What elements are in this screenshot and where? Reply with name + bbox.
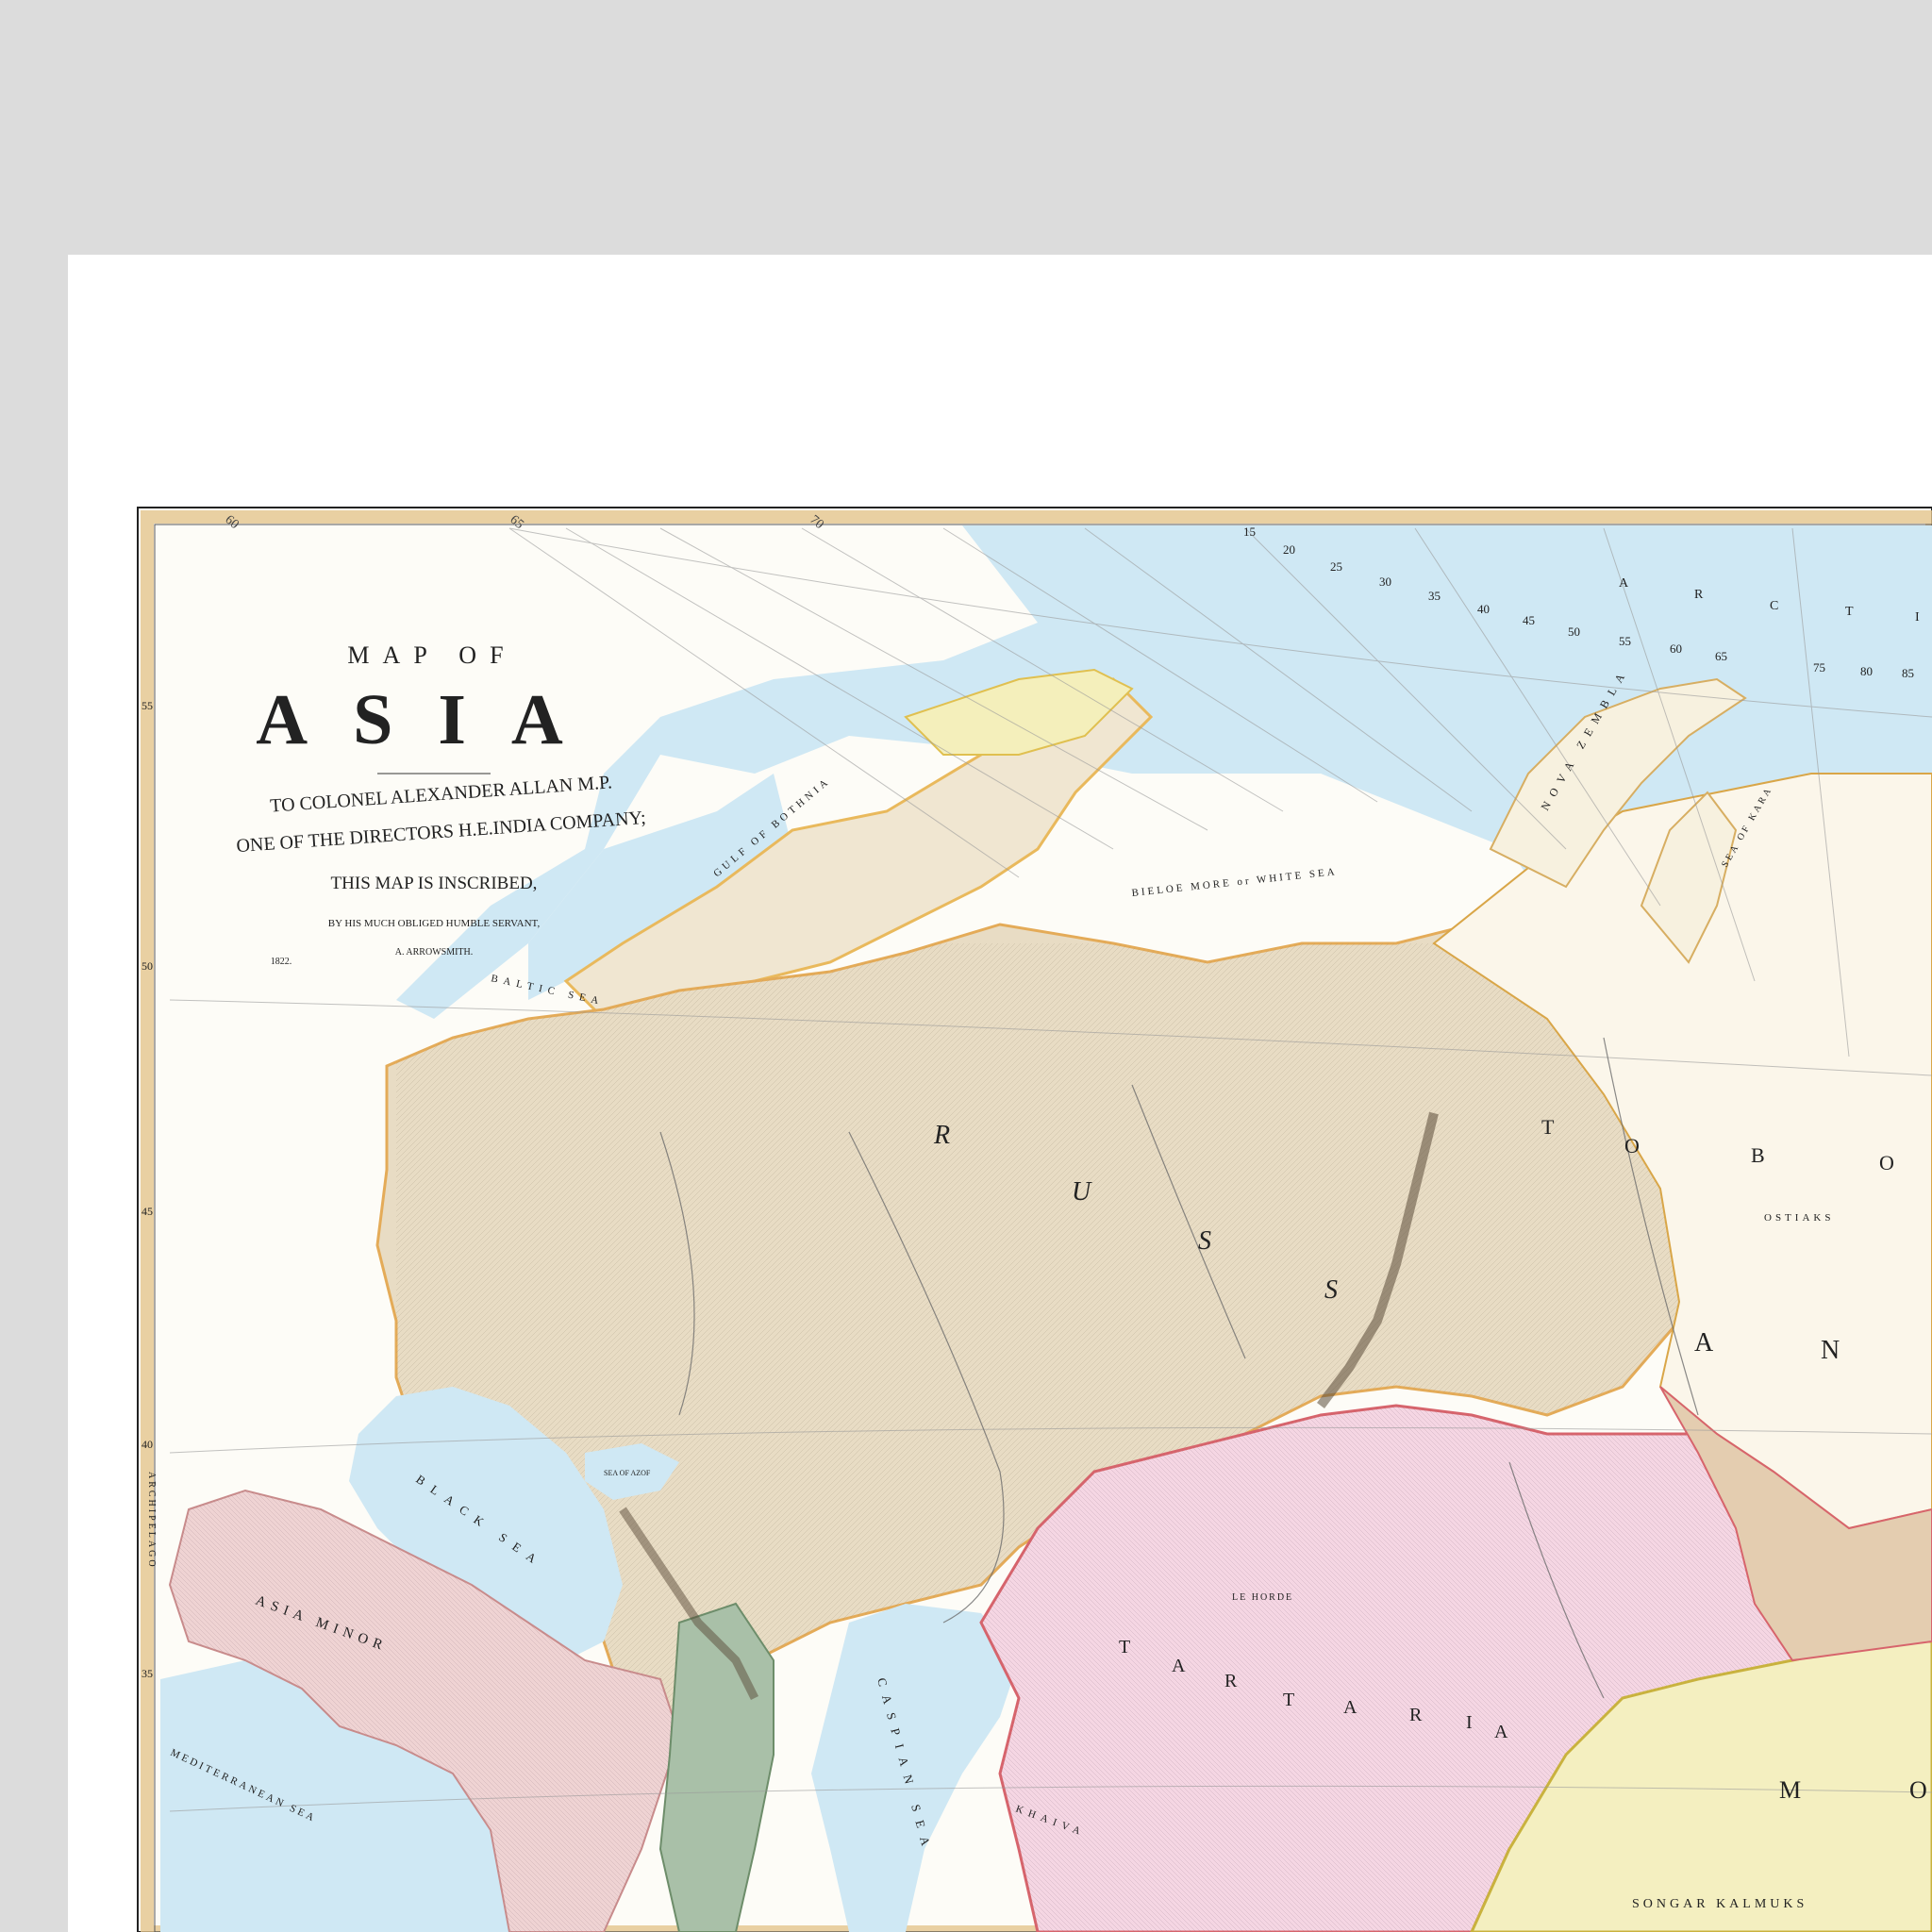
tartaria-label-t2: T	[1283, 1690, 1294, 1710]
russia-label-r: R	[933, 1121, 950, 1150]
tobolsk-label-o2: O	[1879, 1151, 1894, 1174]
tartaria-label-a: A	[1172, 1656, 1186, 1676]
arctic-label-a: A	[1619, 576, 1629, 591]
svg-text:85: 85	[1902, 666, 1914, 680]
region-label-m: M	[1779, 1776, 1801, 1804]
svg-text:35: 35	[1428, 589, 1441, 603]
svg-text:15: 15	[1243, 525, 1256, 539]
svg-text:50: 50	[142, 959, 153, 973]
region-label-a: A	[1694, 1328, 1714, 1357]
asia-map: MAP OF ASIA TO COLONEL ALEXANDER ALLAN M…	[137, 507, 1932, 1932]
arctic-label-t: T	[1845, 605, 1854, 619]
svg-text:35: 35	[142, 1667, 153, 1680]
tartaria-label-r2: R	[1409, 1705, 1423, 1725]
sea-of-azof-label: SEA OF AZOF	[604, 1469, 651, 1477]
svg-text:55: 55	[1619, 634, 1631, 648]
cartouche-date: 1822.	[271, 957, 292, 967]
svg-text:80: 80	[1860, 664, 1873, 678]
russia-label-u: U	[1072, 1177, 1092, 1207]
svg-text:60: 60	[1670, 641, 1682, 656]
tartaria-label-a3: A	[1494, 1722, 1508, 1742]
svg-text:25: 25	[1330, 559, 1342, 574]
svg-text:40: 40	[142, 1438, 153, 1451]
tartaria-label-i: I	[1466, 1712, 1473, 1733]
arctic-label-i: I	[1915, 610, 1920, 625]
tartaria-label-a2: A	[1343, 1697, 1357, 1718]
cartouche-map-of: MAP OF	[347, 641, 516, 669]
svg-text:65: 65	[1715, 649, 1727, 663]
cartouche-servant: BY HIS MUCH OBLIGED HUMBLE SERVANT,	[328, 918, 541, 929]
ostiaks-label: OSTIAKS	[1764, 1212, 1834, 1224]
region-label-n: N	[1821, 1336, 1840, 1365]
cartouche-title: ASIA	[256, 680, 608, 759]
svg-text:30: 30	[1379, 575, 1391, 589]
svg-text:45: 45	[1523, 613, 1535, 627]
svg-text:75: 75	[1813, 660, 1825, 675]
cartouche-author: A. ARROWSMITH.	[395, 947, 474, 958]
tartaria-label-r: R	[1224, 1671, 1238, 1691]
svg-text:45: 45	[142, 1205, 153, 1218]
tartaria-label-t: T	[1119, 1637, 1130, 1657]
archipelago-label: ARCHIPELAGO	[146, 1472, 157, 1570]
cartouche-dedication-3: THIS MAP IS INSCRIBED,	[331, 874, 538, 893]
arctic-label-c: C	[1770, 599, 1778, 613]
svg-text:40: 40	[1477, 602, 1490, 616]
svg-text:50: 50	[1568, 625, 1580, 639]
kalmuks-label: SONGAR KALMUKS	[1632, 1897, 1807, 1911]
svg-text:20: 20	[1283, 542, 1295, 557]
russia-label-s2: S	[1324, 1275, 1338, 1305]
svg-text:55: 55	[142, 699, 153, 712]
tobolsk-label-b: B	[1751, 1143, 1765, 1167]
tobolsk-label-t: T	[1541, 1115, 1555, 1139]
horde-label: LE HORDE	[1232, 1592, 1293, 1603]
tobolsk-label-o1: O	[1624, 1134, 1640, 1158]
region-label-o: O	[1909, 1776, 1927, 1804]
russia-label-s1: S	[1198, 1226, 1211, 1256]
arctic-label-r: R	[1694, 588, 1704, 602]
